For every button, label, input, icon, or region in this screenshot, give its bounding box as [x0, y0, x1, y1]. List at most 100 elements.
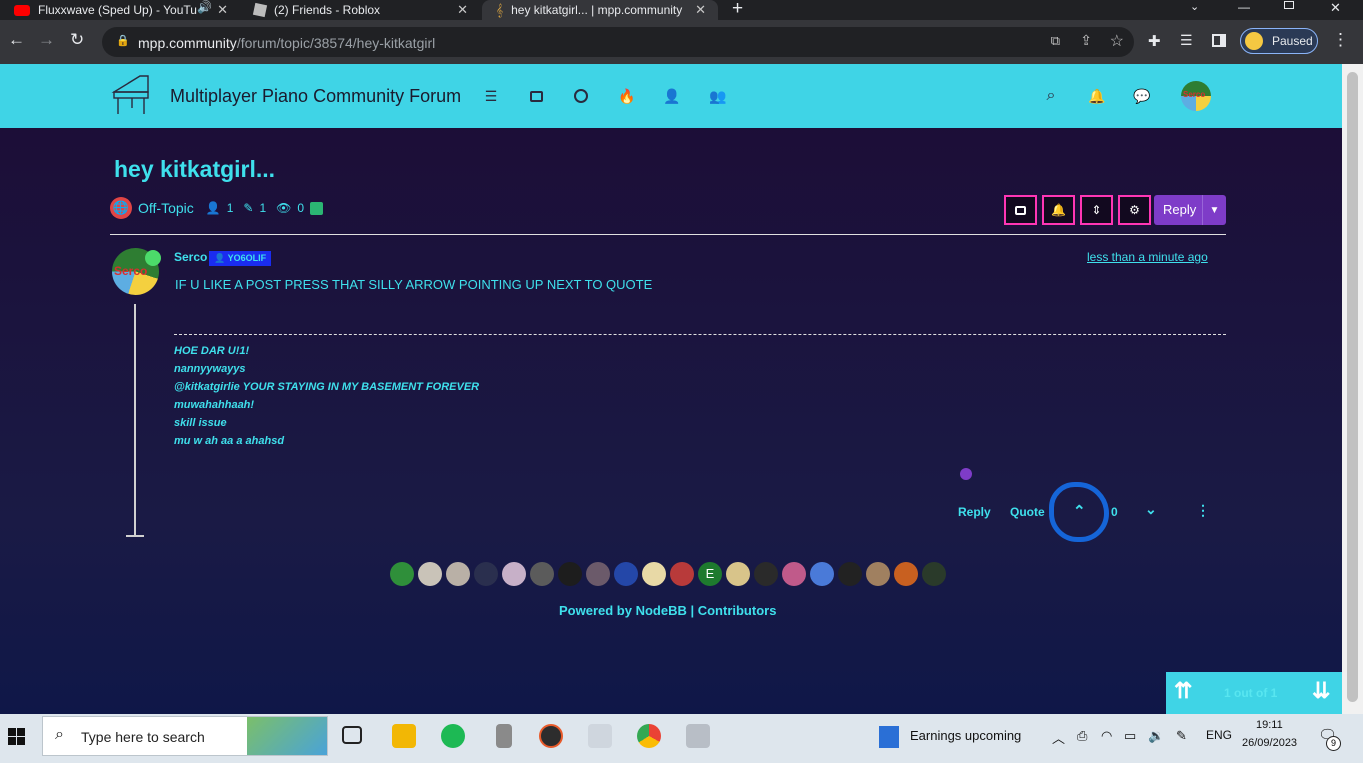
caret-down-icon[interactable]: ▼	[1202, 195, 1226, 225]
reload-icon[interactable]: ↻	[70, 30, 84, 50]
close-tab-icon[interactable]: ✕	[457, 2, 468, 18]
participant-avatar[interactable]	[474, 562, 498, 586]
participant-avatar[interactable]	[586, 562, 610, 586]
tab-mpp[interactable]: 𝄞 hey kitkatgirl... | mpp.community ✕	[482, 0, 718, 20]
participant-avatar[interactable]	[894, 562, 918, 586]
reply-topic-button[interactable]: Reply ▼	[1154, 195, 1226, 225]
participant-avatar[interactable]	[782, 562, 806, 586]
participant-avatar[interactable]	[670, 562, 694, 586]
forum-brand[interactable]: Multiplayer Piano Community Forum	[170, 86, 461, 107]
roblox-icon[interactable]	[686, 724, 710, 748]
windows-start-icon[interactable]	[8, 728, 25, 745]
category-link[interactable]: Off-Topic	[138, 200, 194, 216]
chrome-icon[interactable]	[637, 724, 661, 748]
share-icon[interactable]: ⇪	[1080, 32, 1092, 49]
signature-line: @kitkatgirlie YOUR STAYING IN MY BASEMEN…	[174, 381, 480, 393]
sidepanel-icon[interactable]	[1212, 34, 1226, 47]
post-menu-icon[interactable]: ⋮	[1196, 502, 1210, 519]
chevron-up-icon[interactable]: ︿	[1052, 728, 1065, 747]
upvote-icon[interactable]: ⌃	[1073, 502, 1086, 520]
sort-button[interactable]: ⇕	[1080, 195, 1113, 225]
task-view-icon[interactable]	[342, 726, 362, 744]
maximize-icon[interactable]	[1284, 1, 1294, 9]
star-icon[interactable]: ☆	[1110, 31, 1124, 51]
posters-count: 1	[226, 201, 234, 215]
taskbar-search[interactable]: ⌕ Type here to search	[42, 716, 328, 756]
spotify-icon[interactable]	[441, 724, 465, 748]
user-avatar[interactable]: Serco	[1181, 81, 1211, 111]
post-quote-button[interactable]: Quote	[1010, 505, 1045, 519]
clock-time[interactable]: 19:11	[1256, 719, 1283, 731]
participant-avatar[interactable]: E	[698, 562, 722, 586]
media-player-icon[interactable]	[539, 724, 563, 748]
extensions-icon[interactable]: ✚	[1148, 32, 1161, 50]
profile-button[interactable]: Paused	[1240, 28, 1318, 54]
participant-avatar[interactable]	[866, 562, 890, 586]
participant-avatar[interactable]	[922, 562, 946, 586]
scroll-bottom-icon[interactable]: ⇊	[1312, 678, 1330, 704]
participant-avatar[interactable]	[810, 562, 834, 586]
tab-roblox[interactable]: (2) Friends - Roblox ✕	[240, 0, 480, 20]
mouse-app-icon[interactable]	[496, 724, 512, 748]
participant-avatar[interactable]	[642, 562, 666, 586]
tab-search-icon[interactable]: ⌄	[1190, 0, 1199, 13]
participant-avatar[interactable]	[726, 562, 750, 586]
close-tab-icon[interactable]: ✕	[217, 2, 228, 18]
paint-icon[interactable]	[588, 724, 612, 748]
media-icon[interactable]: ☰	[1180, 32, 1193, 49]
tools-button[interactable]: ⚙	[1118, 195, 1151, 225]
downvote-icon[interactable]: ⌄	[1145, 501, 1157, 518]
scrollbar-thumb[interactable]	[1347, 72, 1358, 702]
participant-avatar[interactable]	[502, 562, 526, 586]
pen-icon[interactable]: ✎	[1176, 728, 1187, 744]
footer-powered[interactable]: Powered by NodeBB | Contributors	[559, 603, 776, 618]
inbox-icon[interactable]	[526, 86, 546, 106]
participant-avatar[interactable]	[446, 562, 470, 586]
open-in-app-icon[interactable]: ⧉	[1051, 33, 1060, 49]
chat-icon[interactable]: 💬	[1132, 86, 1152, 106]
participant-avatar[interactable]	[530, 562, 554, 586]
page-scrollbar[interactable]	[1342, 64, 1363, 714]
camera-icon[interactable]: ⎙	[1077, 728, 1087, 744]
language-indicator[interactable]: ENG	[1206, 728, 1232, 742]
participant-avatar[interactable]	[614, 562, 638, 586]
tab-title: (2) Friends - Roblox	[274, 3, 381, 17]
search-placeholder: Type here to search	[81, 729, 205, 745]
post-author[interactable]: Serco	[174, 250, 207, 264]
notify-button[interactable]: 🔔	[1042, 195, 1075, 225]
participant-avatar[interactable]	[558, 562, 582, 586]
bell-icon[interactable]: 🔔	[1087, 86, 1107, 106]
volume-icon[interactable]: 🔉	[1148, 728, 1164, 744]
watch-button[interactable]	[1004, 195, 1037, 225]
scroll-top-icon[interactable]: ⇈	[1174, 678, 1192, 704]
participant-avatar[interactable]	[390, 562, 414, 586]
new-tab-icon[interactable]: +	[732, 0, 743, 20]
address-bar[interactable]: 🔒 mpp.community/forum/topic/38574/hey-ki…	[102, 27, 1134, 57]
weather-text[interactable]: Earnings upcoming	[910, 728, 1021, 743]
post-timestamp[interactable]: less than a minute ago	[1087, 250, 1208, 264]
participant-avatar[interactable]	[754, 562, 778, 586]
forward-icon[interactable]: →	[38, 30, 55, 50]
menu-icon[interactable]: ⋮	[1332, 30, 1349, 50]
file-explorer-icon[interactable]	[392, 724, 416, 748]
wifi-icon[interactable]: ◠	[1101, 728, 1112, 744]
tab-youtube[interactable]: Fluxxwave (Sped Up) - YouTu 🔊 ✕	[0, 0, 240, 20]
clock-date[interactable]: 26/09/2023	[1242, 737, 1297, 749]
piano-logo-icon[interactable]	[110, 70, 152, 116]
user-icon[interactable]: 👤	[662, 86, 682, 106]
fire-icon[interactable]: 🔥	[617, 86, 637, 106]
reactions-icon[interactable]	[960, 468, 972, 480]
battery-icon[interactable]: ▭	[1124, 728, 1136, 744]
clock-icon[interactable]	[571, 86, 591, 106]
back-icon[interactable]: ←	[8, 30, 25, 50]
close-window-icon[interactable]: ✕	[1330, 0, 1341, 16]
participant-avatar[interactable]	[418, 562, 442, 586]
participant-avatar[interactable]	[838, 562, 862, 586]
minimize-icon[interactable]: —	[1238, 0, 1250, 14]
search-icon[interactable]: ⌕	[1041, 86, 1061, 106]
list-icon[interactable]: ☰	[481, 86, 501, 106]
post-reply-button[interactable]: Reply	[958, 505, 991, 519]
rss-icon[interactable]	[310, 201, 324, 215]
users-icon[interactable]: 👥	[708, 86, 728, 106]
close-tab-icon[interactable]: ✕	[695, 2, 706, 18]
